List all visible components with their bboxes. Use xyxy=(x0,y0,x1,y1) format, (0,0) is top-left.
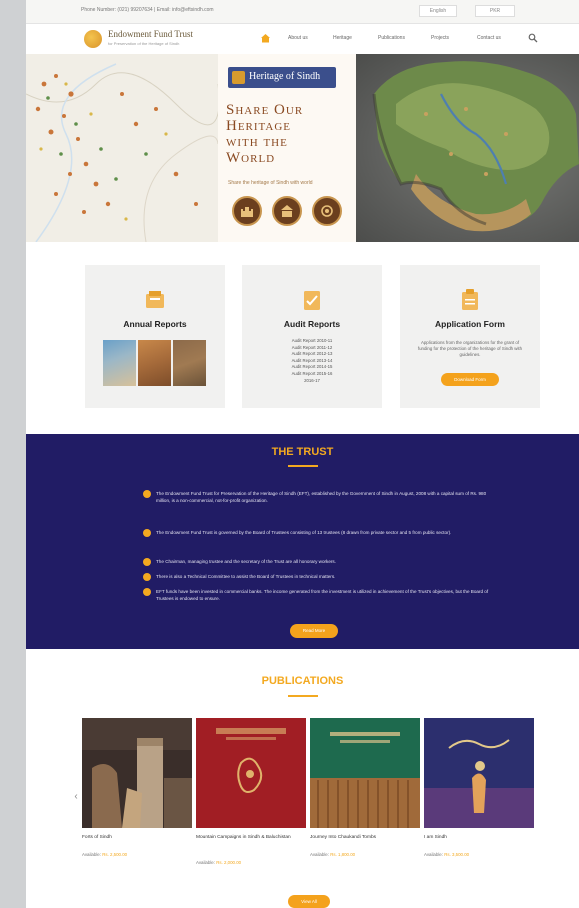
book-cover-image[interactable] xyxy=(196,718,306,828)
trust-item-text: The Chairman, managing trustee and the s… xyxy=(156,559,337,564)
trust-item-text: The Endowment Fund Trust for Preservatio… xyxy=(156,491,487,503)
audit-reports-card[interactable]: Audit Reports Audit Report 2010-11 Audit… xyxy=(242,265,382,408)
bullet-icon xyxy=(143,529,151,537)
price-label: Available: xyxy=(310,852,329,857)
nav-contact[interactable]: Contact us xyxy=(477,35,501,41)
hero-heading-line: with the xyxy=(226,134,288,150)
carousel-prev-icon[interactable]: ‹ xyxy=(71,790,81,804)
trust-section: THE TRUST The Endowment Fund Trust for P… xyxy=(26,434,579,649)
top-bar: Phone Number: (021) 99207634 | Email: in… xyxy=(26,0,579,24)
heritage-badge: Heritage of Sindh xyxy=(228,67,336,88)
application-description: Applications from the organizations for … xyxy=(417,340,523,357)
fort-icon xyxy=(241,207,253,217)
audit-report-list: Audit Report 2010-11 Audit Report 2011-1… xyxy=(287,338,337,384)
report-cover-image[interactable] xyxy=(173,340,206,386)
book-cover-image[interactable] xyxy=(82,718,192,828)
audit-report-link[interactable]: Audit Report 2011-12 xyxy=(287,345,337,352)
trust-item-text: There is also a Technical Committee to a… xyxy=(156,574,336,579)
read-more-button[interactable]: Read More xyxy=(290,624,338,638)
card-title: Audit Reports xyxy=(283,319,341,329)
badge-icon xyxy=(232,71,245,84)
logo-icon[interactable] xyxy=(84,30,102,48)
report-cover-image[interactable] xyxy=(103,340,136,386)
annual-reports-card[interactable]: Annual Reports xyxy=(85,265,225,408)
annual-report-covers xyxy=(103,340,207,386)
view-all-button[interactable]: View All xyxy=(288,895,330,908)
main-nav: Endowment Fund Trust for Preservation of… xyxy=(26,24,579,54)
annual-reports-icon xyxy=(146,291,164,308)
book-price: Available: Rs. 2,000.00 xyxy=(196,860,306,865)
price-label: Available: xyxy=(424,852,443,857)
logo-subtitle: for Preservation of the Heritage of Sind… xyxy=(108,41,180,46)
hero-heading: Share Our Heritage with the World xyxy=(226,102,303,166)
section-title: PUBLICATIONS xyxy=(261,675,344,687)
price-value: Rs. 2,500.00 xyxy=(102,852,128,857)
nav-about[interactable]: About us xyxy=(288,35,308,41)
audit-report-link[interactable]: Audit Report 2013-14 xyxy=(287,358,337,365)
artifact-icon xyxy=(321,205,333,217)
home-icon[interactable] xyxy=(260,33,271,43)
bullet-icon xyxy=(143,573,151,581)
search-icon[interactable] xyxy=(528,33,538,43)
book-title[interactable]: Journey Into Chaukandi Tombs xyxy=(310,835,420,841)
nav-publications[interactable]: Publications xyxy=(378,35,405,41)
price-label: Available: xyxy=(82,852,101,857)
book-title[interactable]: I am Sindh xyxy=(424,835,534,841)
bullet-icon xyxy=(143,588,151,596)
book-price: Available: Rs. 2,500.00 xyxy=(82,852,192,857)
hero-text-panel: Heritage of Sindh Share Our Heritage wit… xyxy=(218,54,356,242)
book-cover-image[interactable] xyxy=(424,718,534,828)
audit-report-link[interactable]: Audit Report 2015-16 xyxy=(287,371,337,378)
audit-report-link[interactable]: Audit Report 2010-11 xyxy=(287,338,337,345)
nav-heritage[interactable]: Heritage xyxy=(333,35,352,41)
book-title[interactable]: Forts of Sindh xyxy=(82,835,192,841)
title-divider xyxy=(288,465,318,467)
audit-report-link[interactable]: Audit Report 2014-15 xyxy=(287,364,337,371)
heritage-map-image xyxy=(26,54,218,242)
download-form-button[interactable]: Download Form xyxy=(441,373,499,386)
report-cover-image[interactable] xyxy=(138,340,171,386)
currency-select[interactable]: PKR xyxy=(475,5,515,17)
card-title: Application Form xyxy=(435,319,505,329)
bullet-icon xyxy=(143,558,151,566)
hero-heading-line: Share Our xyxy=(226,102,304,118)
price-value: Rs. 3,500.00 xyxy=(444,852,470,857)
price-value: Rs. 2,000.00 xyxy=(216,860,242,865)
book-price: Available: Rs. 1,800.00 xyxy=(310,852,420,857)
sindh-relief-map-image xyxy=(356,54,579,242)
section-title: THE TRUST xyxy=(271,446,334,458)
book-title[interactable]: Mountain Campaigns in Sindh & Baluchista… xyxy=(196,835,306,841)
card-title: Annual Reports xyxy=(123,319,187,329)
trust-item-text: EFT funds have been invested in commerci… xyxy=(156,589,489,601)
contact-info: Phone Number: (021) 99207634 | Email: in… xyxy=(81,7,214,13)
fort-icon-button[interactable] xyxy=(232,196,262,226)
audit-report-link[interactable]: Audit Report 2012-13 xyxy=(287,351,337,358)
artifact-icon-button[interactable] xyxy=(312,196,342,226)
application-form-icon xyxy=(462,289,478,310)
temple-icon-button[interactable] xyxy=(272,196,302,226)
audit-reports-icon xyxy=(304,291,320,310)
temple-icon xyxy=(281,205,293,217)
audit-report-link[interactable]: 2016-17 xyxy=(287,378,337,385)
price-label: Available: xyxy=(196,860,215,865)
hero-heading-line: Heritage xyxy=(226,118,291,134)
language-select[interactable]: English xyxy=(419,5,457,17)
title-divider xyxy=(288,695,318,697)
hero-banner: Heritage of Sindh Share Our Heritage wit… xyxy=(26,54,579,242)
trust-item-text: The Endowment Fund Trust is governed by … xyxy=(156,530,452,535)
book-price: Available: Rs. 3,500.00 xyxy=(424,852,534,857)
logo-title[interactable]: Endowment Fund Trust xyxy=(108,29,193,39)
hero-subheading: Share the heritage of Sindh with world xyxy=(228,180,313,186)
badge-label: Heritage of Sindh xyxy=(249,71,321,82)
hero-heading-line: World xyxy=(226,150,276,166)
bullet-icon xyxy=(143,490,151,498)
application-form-card[interactable]: Application Form Applications from the o… xyxy=(400,265,540,408)
book-cover-image[interactable] xyxy=(310,718,420,828)
nav-projects[interactable]: Projects xyxy=(431,35,449,41)
price-value: Rs. 1,800.00 xyxy=(330,852,356,857)
page: Phone Number: (021) 99207634 | Email: in… xyxy=(26,0,579,908)
